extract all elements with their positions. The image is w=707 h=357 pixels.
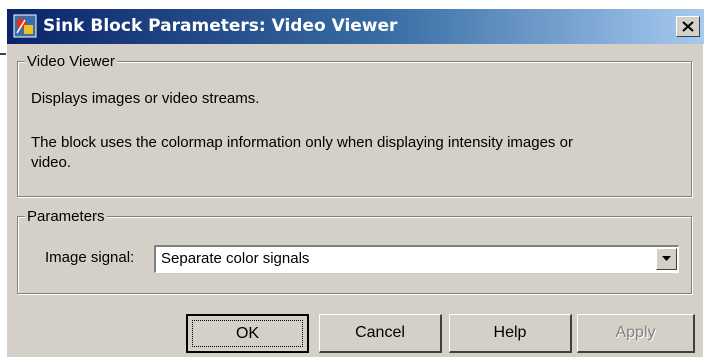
apply-button-label: Apply [615, 324, 656, 341]
simulink-block-icon [13, 14, 37, 38]
cancel-button-label: Cancel [355, 324, 405, 341]
cancel-button[interactable]: Cancel [319, 314, 442, 353]
description-text-2: The block uses the colormap information … [31, 133, 681, 173]
apply-button[interactable]: Apply [577, 314, 695, 353]
dialog-title: Sink Block Parameters: Video Viewer [43, 16, 398, 36]
image-signal-value: Separate color signals [161, 250, 310, 267]
image-signal-label: Image signal: [45, 249, 135, 266]
dialog-window: Sink Block Parameters: Video Viewer Vide… [6, 8, 704, 357]
close-button[interactable] [676, 16, 700, 37]
description-text-2-line-1: The block uses the colormap information … [31, 134, 573, 151]
focus-rectangle [192, 320, 303, 347]
video-viewer-group-label: Video Viewer [25, 53, 117, 70]
image-signal-select[interactable]: Separate color signals [154, 245, 679, 273]
close-icon [682, 21, 694, 32]
help-button[interactable]: Help [449, 314, 572, 353]
image-signal-dropdown-button[interactable] [656, 248, 677, 270]
help-button-label: Help [493, 324, 527, 341]
description-text-1: Displays images or video streams. [31, 90, 260, 107]
description-text-2-line-2: video. [31, 154, 72, 171]
ok-button[interactable]: OK [186, 314, 309, 353]
parameters-group-label: Parameters [25, 208, 107, 225]
chevron-down-icon [662, 256, 671, 261]
title-bar[interactable]: Sink Block Parameters: Video Viewer [7, 9, 704, 44]
video-viewer-group: Video Viewer [17, 53, 692, 197]
